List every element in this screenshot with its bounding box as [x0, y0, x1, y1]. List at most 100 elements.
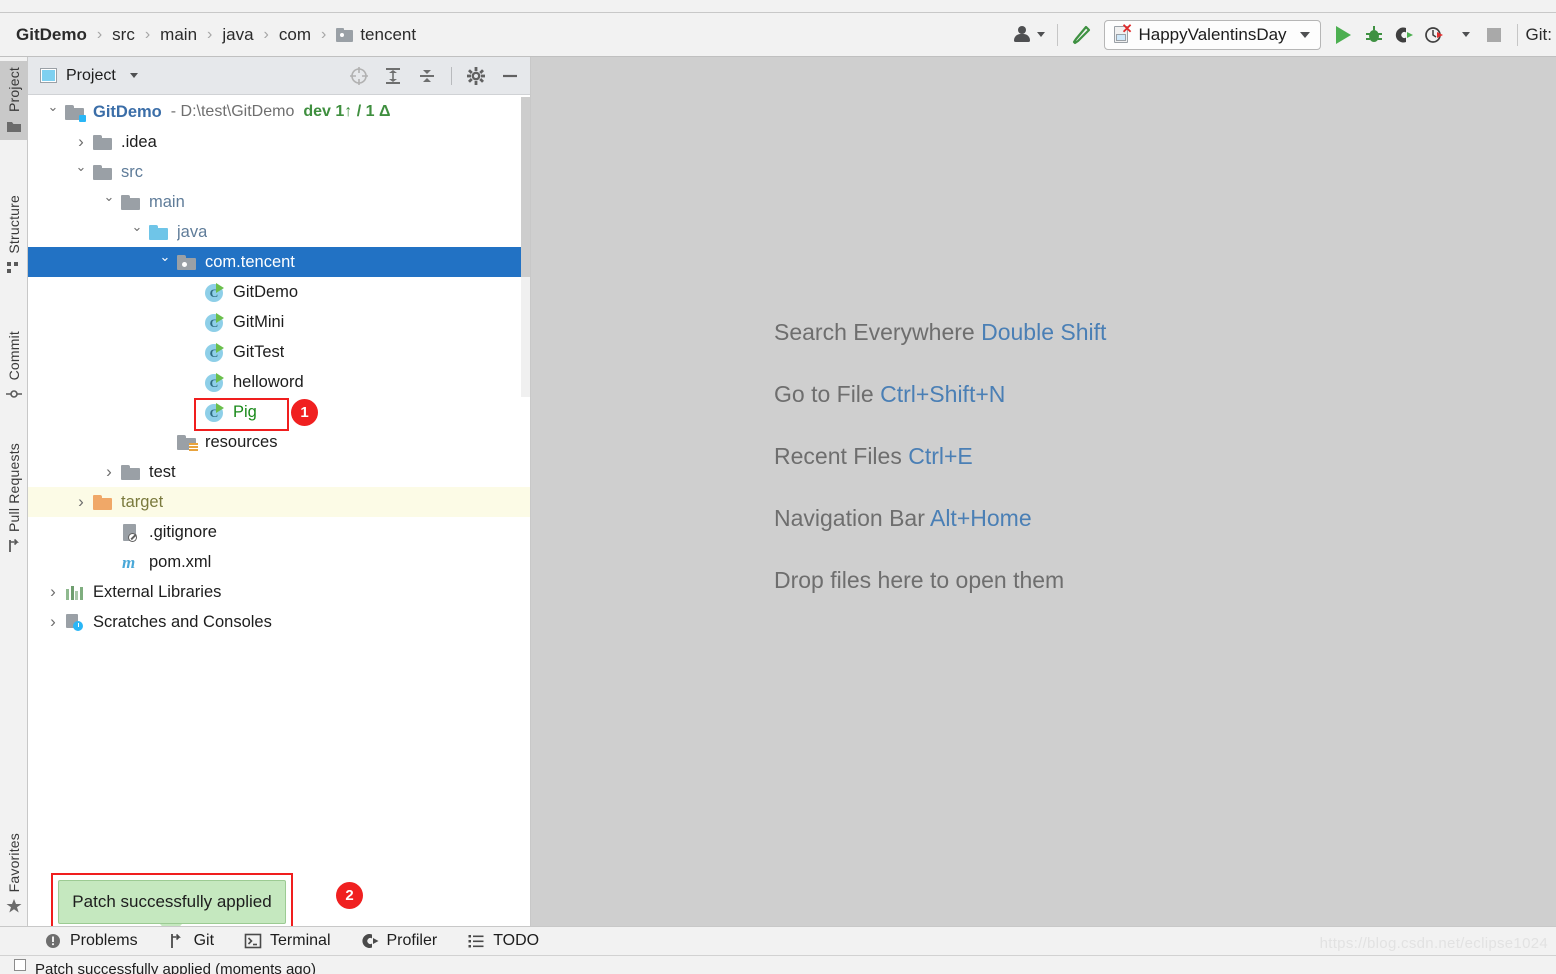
hint-shortcut: Ctrl+E: [908, 443, 973, 469]
expand-all-icon[interactable]: [383, 66, 403, 86]
tree-row[interactable]: ⌄ src: [28, 157, 530, 187]
annotation-badge-2: 2: [336, 882, 363, 909]
profile-dropdown-button[interactable]: [1449, 20, 1479, 50]
breadcrumb-item-gitdemo[interactable]: GitDemo: [14, 23, 89, 47]
hint-shortcut: Ctrl+Shift+N: [880, 381, 1006, 407]
breadcrumb-item-com[interactable]: com: [277, 23, 313, 47]
tree-row[interactable]: › target: [28, 487, 530, 517]
tree-row-project-root[interactable]: ⌄ GitDemo - D:\test\GitDemo dev 1↑ / 1 Δ: [28, 97, 530, 127]
tree-row[interactable]: C GitDemo: [28, 277, 530, 307]
breadcrumb-item-src[interactable]: src: [110, 23, 137, 47]
project-root-name: GitDemo: [93, 102, 162, 121]
tree-scrollbar[interactable]: [521, 97, 530, 397]
chevron-right-icon[interactable]: ›: [42, 582, 64, 602]
breadcrumb-label: java: [222, 24, 254, 44]
breadcrumb-label: com: [278, 24, 311, 44]
sidebar-tab-structure[interactable]: Structure: [0, 189, 28, 282]
chevron-down-icon: [1299, 31, 1310, 38]
editor-hints: Search Everywhere Double Shift Go to File…: [774, 319, 1106, 594]
tree-row[interactable]: .gitignore: [28, 517, 530, 547]
tree-row[interactable]: Chelloword: [28, 367, 530, 397]
sidebar-tab-commit[interactable]: Commit: [0, 325, 28, 408]
git-widget-label[interactable]: Git:: [1526, 25, 1556, 45]
profile-button[interactable]: [1419, 20, 1449, 50]
run-with-coverage-button[interactable]: [1389, 20, 1419, 50]
tree-row-label: GitTest: [233, 342, 285, 361]
idea-window: GitDemo › src › main › java › com › tencent ✕ Happ…: [0, 0, 1556, 974]
tree-row[interactable]: ⌄ com.tencent: [28, 247, 530, 277]
tree-row[interactable]: › Scratches and Consoles: [28, 607, 530, 637]
breadcrumb-item-tencent[interactable]: tencent: [334, 23, 418, 47]
tree-row[interactable]: › .idea: [28, 127, 530, 157]
hide-icon[interactable]: [500, 66, 520, 86]
account-button[interactable]: [1009, 20, 1049, 50]
tree-row[interactable]: ⌄ main: [28, 187, 530, 217]
settings-gear-icon[interactable]: [466, 66, 486, 86]
project-panel-title: Project: [66, 66, 116, 84]
folder-icon: [92, 162, 114, 182]
tree-row[interactable]: resources: [28, 427, 530, 457]
terminal-icon: [244, 933, 262, 949]
chevron-down-icon[interactable]: ⌄: [70, 159, 92, 175]
chevron-down-icon[interactable]: ⌄: [126, 219, 148, 235]
debug-icon: [1365, 25, 1382, 42]
tree-row[interactable]: C Pig: [28, 397, 530, 427]
sidebar-tab-favorites[interactable]: Favorites: [0, 827, 28, 920]
status-tool-git[interactable]: Git: [168, 932, 214, 950]
tree-row[interactable]: C GitMini: [28, 307, 530, 337]
tree-row[interactable]: ⌄ java: [28, 217, 530, 247]
commit-icon: [6, 390, 22, 399]
pull-requests-icon: [9, 538, 19, 552]
collapse-all-icon[interactable]: [417, 66, 437, 86]
project-panel-header: Project: [28, 57, 530, 95]
folder-icon: [92, 132, 114, 152]
project-tree: ⌄ GitDemo - D:\test\GitDemo dev 1↑ / 1 Δ › .i…: [28, 95, 530, 926]
status-tool-terminal[interactable]: Terminal: [244, 932, 331, 950]
run-configuration-selector[interactable]: ✕ HappyValentinsDay: [1103, 19, 1321, 50]
tree-row-label: java: [177, 222, 208, 241]
git-branch-icon: [170, 933, 181, 948]
tree-row-label: .idea: [121, 132, 157, 151]
run-button[interactable]: [1329, 20, 1359, 50]
tree-row-label: External Libraries: [93, 582, 222, 601]
patch-notification-balloon[interactable]: Patch successfully applied: [58, 880, 286, 924]
status-tool-label: Problems: [70, 932, 138, 949]
favorites-star-icon: [6, 899, 22, 913]
debug-button[interactable]: [1359, 20, 1389, 50]
stop-button[interactable]: [1479, 20, 1509, 50]
stop-icon: [1486, 27, 1501, 42]
chevron-down-icon[interactable]: ⌄: [42, 99, 64, 115]
java-class-icon: C: [204, 372, 226, 392]
breadcrumb-item-main[interactable]: main: [158, 23, 199, 47]
tree-row[interactable]: › External Libraries: [28, 577, 530, 607]
external-libraries-icon: [64, 582, 86, 602]
status-tool-label: Profiler: [386, 932, 438, 949]
editor-area[interactable]: Search Everywhere Double Shift Go to File…: [531, 57, 1556, 926]
build-button[interactable]: [1066, 20, 1096, 50]
chevron-down-icon[interactable]: ⌄: [98, 189, 120, 205]
run-configuration-name: HappyValentinsDay: [1138, 24, 1287, 44]
tree-row[interactable]: C GitTest: [28, 337, 530, 367]
breadcrumb-item-java[interactable]: java: [220, 23, 255, 47]
select-opened-file-icon[interactable]: [349, 66, 369, 86]
scratches-icon: [64, 612, 86, 632]
java-class-icon: C: [204, 282, 226, 302]
status-tool-profiler[interactable]: Profiler: [361, 932, 438, 950]
folder-icon: [120, 192, 142, 212]
editor-hint: Go to File Ctrl+Shift+N: [774, 381, 1106, 408]
status-tool-problems[interactable]: Problems: [44, 932, 138, 950]
breadcrumb-separator: ›: [96, 25, 103, 43]
chevron-right-icon[interactable]: ›: [70, 132, 92, 152]
sidebar-tab-pull-requests[interactable]: Pull Requests: [0, 437, 28, 560]
chevron-right-icon[interactable]: ›: [70, 492, 92, 512]
tree-row[interactable]: m pom.xml: [28, 547, 530, 577]
project-title-button[interactable]: Project: [40, 67, 138, 85]
package-folder-icon: [336, 27, 354, 42]
status-tool-todo[interactable]: TODO: [467, 932, 539, 950]
chevron-right-icon[interactable]: ›: [98, 462, 120, 482]
run-config-error-icon: ✕: [1113, 22, 1133, 44]
chevron-right-icon[interactable]: ›: [42, 612, 64, 632]
sidebar-tab-project[interactable]: Project: [0, 61, 28, 140]
tree-row[interactable]: › test: [28, 457, 530, 487]
chevron-down-icon[interactable]: ⌄: [154, 249, 176, 265]
